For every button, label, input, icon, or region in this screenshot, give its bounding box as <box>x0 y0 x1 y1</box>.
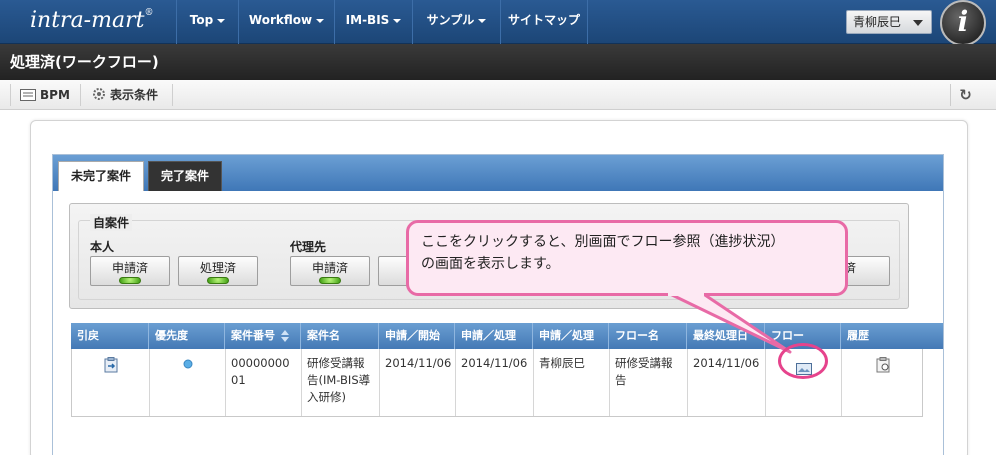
priority-normal-icon <box>183 359 192 369</box>
column-header-case-number[interactable]: 案件番号 <box>225 323 301 349</box>
toolbar-divider <box>10 84 11 106</box>
bpm-button[interactable]: BPM <box>20 80 70 110</box>
callout-text-line2: の画面を表示します。 <box>421 256 560 272</box>
status-led-icon <box>207 277 229 284</box>
bpm-icon <box>20 89 36 101</box>
column-header-apply-processor[interactable]: 申請／処理 <box>533 323 609 349</box>
status-led-icon <box>319 277 341 284</box>
group-label-self: 本人 <box>90 240 115 254</box>
annotation-callout: ここをクリックすると、別画面でフロー参照（進捗状況） の画面を表示します。 <box>406 220 848 296</box>
column-header-history[interactable]: 履歴 <box>841 323 943 349</box>
column-header-apply-process[interactable]: 申請／処理 <box>455 323 533 349</box>
gear-icon <box>93 88 105 100</box>
caret-down-icon <box>393 18 402 23</box>
column-header-case-name[interactable]: 案件名 <box>301 323 379 349</box>
case-number-cell: 0000000001 <box>226 349 302 416</box>
column-header-priority[interactable]: 優先度 <box>149 323 225 349</box>
nav-sitemap[interactable]: サイトマップ <box>500 0 588 44</box>
caret-down-icon <box>913 20 923 26</box>
applied-date-cell: 2014/11/06 <box>380 349 456 416</box>
nav-sample[interactable]: サンプル <box>412 0 500 44</box>
callout-text-line1: ここをクリックすると、別画面でフロー参照（進捗状況） <box>421 234 785 250</box>
pullback-cell <box>72 349 150 416</box>
last-processed-cell: 2014/11/06 <box>688 349 766 416</box>
column-header-flow-name[interactable]: フロー名 <box>609 323 687 349</box>
tab-bar: 未完了案件 完了案件 <box>53 155 943 191</box>
history-icon[interactable] <box>876 357 890 373</box>
priority-cell <box>150 349 226 416</box>
intra-mart-logo[interactable]: intra-mart® <box>30 8 153 33</box>
column-header-pullback[interactable]: 引戻 <box>71 323 149 349</box>
flow-icon-highlight <box>778 343 828 379</box>
caret-down-icon <box>478 18 487 23</box>
top-navigation-bar: intra-mart® Top Workflow IM-BIS サンプル サイト… <box>0 0 996 46</box>
sort-icon <box>280 330 289 342</box>
group-label-proxy: 代理先 <box>290 240 327 254</box>
im-info-icon[interactable]: i <box>940 0 986 46</box>
proxy-applied-button[interactable]: 申請済 <box>290 256 370 286</box>
fieldset-legend: 自案件 <box>90 214 133 231</box>
refresh-icon[interactable]: ↻ <box>950 84 980 106</box>
column-header-last-processed[interactable]: 最終処理日 <box>687 323 765 349</box>
user-menu-button[interactable]: 青柳辰巳 <box>846 10 932 34</box>
nav-im-bis[interactable]: IM-BIS <box>334 0 412 44</box>
display-conditions-button[interactable]: 表示条件 <box>92 80 158 110</box>
flow-name-cell: 研修受講報告 <box>610 349 688 416</box>
tab-complete[interactable]: 完了案件 <box>148 161 223 191</box>
caret-down-icon <box>316 18 325 23</box>
callout-pointer-mask <box>668 290 704 296</box>
toolbar: BPM 表示条件 ↻ <box>0 80 996 110</box>
tab-incomplete[interactable]: 未完了案件 <box>58 161 145 191</box>
page-title: 処理済(ワークフロー) <box>0 44 996 80</box>
toolbar-divider <box>172 84 173 106</box>
case-name-cell: 研修受講報告(IM-BIS導入研修) <box>302 349 380 416</box>
self-processed-button[interactable]: 処理済 <box>178 256 258 286</box>
pullback-icon[interactable] <box>104 357 118 373</box>
processor-cell: 青柳辰巳 <box>534 349 610 416</box>
column-header-apply-start[interactable]: 申請／開始 <box>379 323 455 349</box>
caret-down-icon <box>217 18 226 23</box>
status-led-icon <box>119 277 141 284</box>
self-applied-button[interactable]: 申請済 <box>90 256 170 286</box>
tab-panel: 未完了案件 完了案件 自案件 本人 申請済 処理済 代理先 申請済 処 済 引戻… <box>52 154 944 455</box>
history-cell <box>842 349 924 416</box>
nav-workflow[interactable]: Workflow <box>238 0 334 44</box>
toolbar-divider <box>80 84 81 106</box>
nav-top[interactable]: Top <box>176 0 238 44</box>
processed-date-cell: 2014/11/06 <box>456 349 534 416</box>
